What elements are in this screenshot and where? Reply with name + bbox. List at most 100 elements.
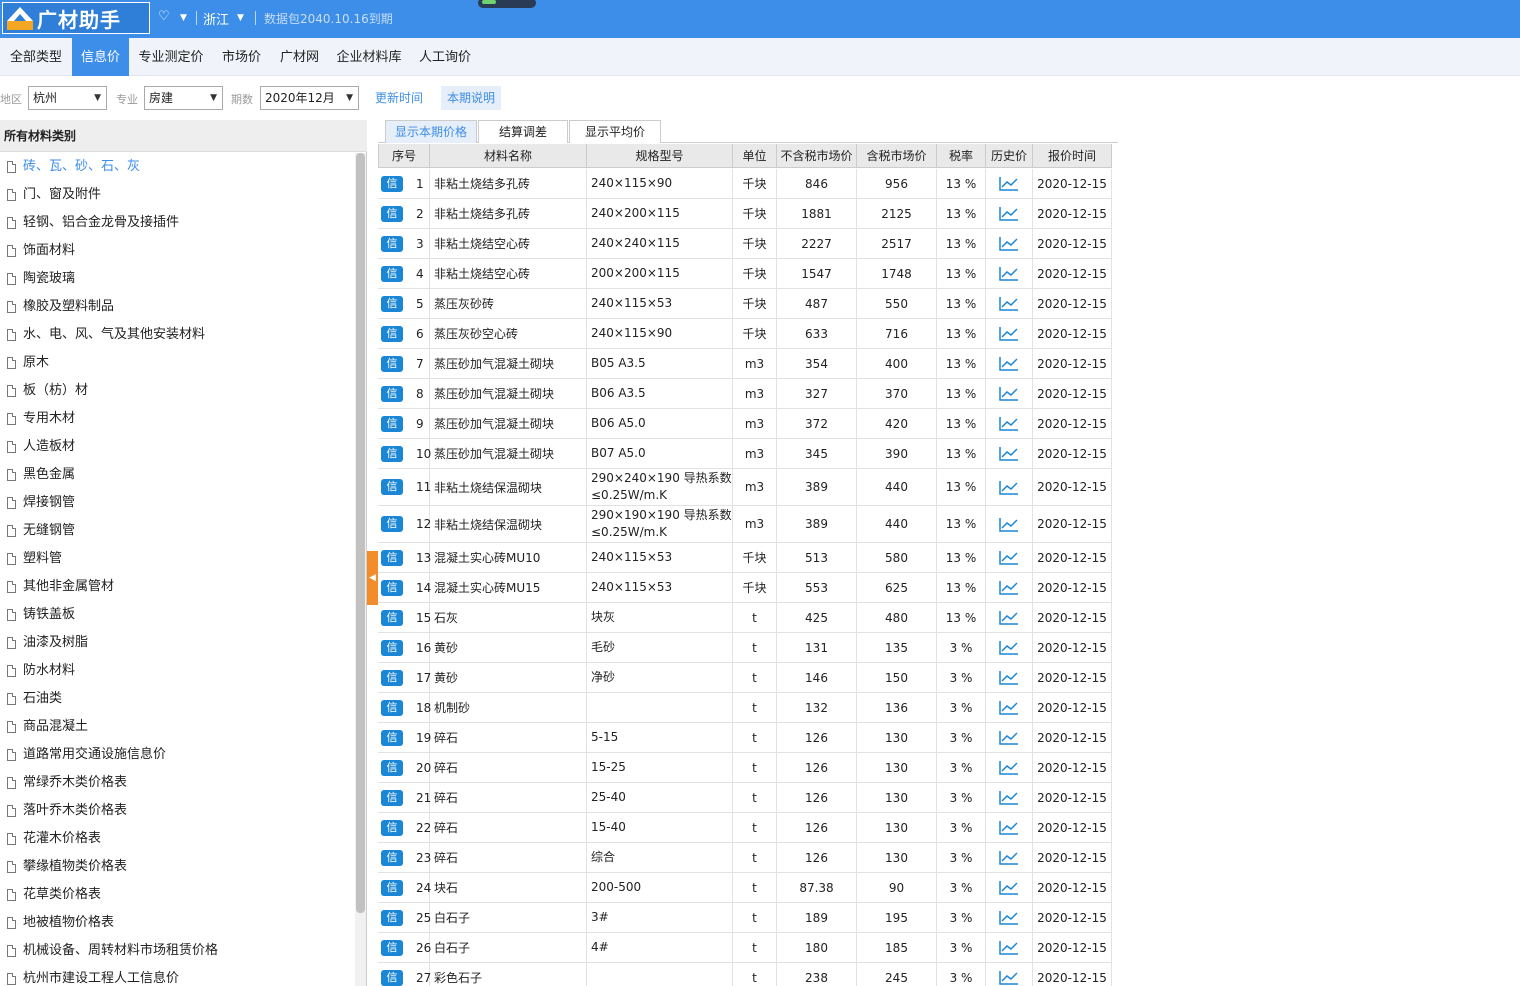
table-row[interactable]: 信 15 石灰 块灰 t 425 480 13 % 2020-12-15 [378,603,1112,633]
sidebar-item[interactable]: 门、窗及附件 [0,181,354,209]
table-row[interactable]: 信 27 彩色石子 t 238 245 3 % 2020-12-15 [378,963,1112,986]
column-header[interactable]: 序号 [378,144,430,168]
sidebar-item[interactable]: 杭州市建设工程人工信息价 [0,965,354,986]
line-chart-icon[interactable] [986,289,1033,318]
column-header[interactable]: 报价时间 [1033,144,1112,168]
specialty-select[interactable]: 房建 ▼ [144,86,223,110]
table-row[interactable]: 信 8 蒸压砂加气混凝土砌块 B06 A3.5 m3 327 370 13 % 2020-12-… [378,379,1112,409]
line-chart-icon[interactable] [986,573,1033,602]
table-row[interactable]: 信 4 非粘土烧结空心砖 200×200×115 千块 1547 1748 13 % 2020-… [378,259,1112,289]
sidebar-item[interactable]: 防水材料 [0,657,354,685]
line-chart-icon[interactable] [986,229,1033,258]
tab-professional-price[interactable]: 专业测定价 [131,38,211,76]
collapse-sidebar-handle[interactable]: ◀ [367,551,378,605]
sidebar-item[interactable]: 专用木材 [0,405,354,433]
sidebar-item[interactable]: 陶瓷玻璃 [0,265,354,293]
sidebar-item[interactable]: 花草类价格表 [0,881,354,909]
sidebar-scrollbar[interactable] [355,153,366,986]
column-header[interactable]: 含税市场价 [857,144,937,168]
sidebar-item[interactable]: 花灌木价格表 [0,825,354,853]
table-row[interactable]: 信 9 蒸压砂加气混凝土砌块 B06 A5.0 m3 372 420 13 % 2020-12-… [378,409,1112,439]
update-time-button[interactable]: 更新时间 [369,86,429,110]
line-chart-icon[interactable] [986,633,1033,662]
scrollbar-thumb[interactable] [356,153,365,913]
sidebar-item[interactable]: 地被植物价格表 [0,909,354,937]
column-header[interactable]: 材料名称 [430,144,587,168]
column-header[interactable]: 不含税市场价 [777,144,857,168]
sidebar-item[interactable]: 板（枋）材 [0,377,354,405]
table-row[interactable]: 信 5 蒸压灰砂砖 240×115×53 千块 487 550 13 % 2020-12-15 [378,289,1112,319]
table-row[interactable]: 信 1 非粘土烧结多孔砖 240×115×90 千块 846 956 13 % 2020-12-… [378,169,1112,199]
table-row[interactable]: 信 25 白石子 3# t 189 195 3 % 2020-12-15 [378,903,1112,933]
period-notes-button[interactable]: 本期说明 [441,86,502,110]
sidebar-item[interactable]: 黑色金属 [0,461,354,489]
table-row[interactable]: 信 17 黄砂 净砂 t 146 150 3 % 2020-12-15 [378,663,1112,693]
line-chart-icon[interactable] [986,506,1033,542]
line-chart-icon[interactable] [986,439,1033,468]
tab-guangcai-net[interactable]: 广材网 [272,38,327,76]
sidebar-item[interactable]: 塑料管 [0,545,354,573]
line-chart-icon[interactable] [986,693,1033,722]
line-chart-icon[interactable] [986,409,1033,438]
table-row[interactable]: 信 12 非粘土烧结保温砌块 290×190×190 导热系数≤0.25W/m.K m3… [378,506,1112,543]
line-chart-icon[interactable] [986,903,1033,932]
line-chart-icon[interactable] [986,543,1033,572]
sidebar-item[interactable]: 铸铁盖板 [0,601,354,629]
tab-manual-inquiry[interactable]: 人工询价 [411,38,479,76]
sidebar-item[interactable]: 轻钢、铝合金龙骨及接插件 [0,209,354,237]
tab-enterprise-library[interactable]: 企业材料库 [329,38,409,76]
line-chart-icon[interactable] [986,603,1033,632]
sidebar-item[interactable]: 焊接钢管 [0,489,354,517]
sidebar-item[interactable]: 饰面材料 [0,237,354,265]
tab-average-price[interactable]: 显示平均价 [569,120,661,143]
sidebar-item[interactable]: 橡胶及塑料制品 [0,293,354,321]
line-chart-icon[interactable] [986,199,1033,228]
line-chart-icon[interactable] [986,349,1033,378]
table-row[interactable]: 信 11 非粘土烧结保温砌块 290×240×190 导热系数≤0.25W/m.K m3… [378,469,1112,506]
table-row[interactable]: 信 13 混凝土实心砖MU10 240×115×53 千块 513 580 13 % 2020-… [378,543,1112,573]
line-chart-icon[interactable] [986,843,1033,872]
sidebar-item[interactable]: 人造板材 [0,433,354,461]
line-chart-icon[interactable] [986,663,1033,692]
line-chart-icon[interactable] [986,723,1033,752]
line-chart-icon[interactable] [986,963,1033,986]
sidebar-item[interactable]: 商品混凝土 [0,713,354,741]
region-select[interactable]: 杭州 ▼ [28,86,107,110]
line-chart-icon[interactable] [986,783,1033,812]
sidebar-item[interactable]: 落叶乔木类价格表 [0,797,354,825]
tab-current-price[interactable]: 显示本期价格 [385,120,477,143]
column-header[interactable]: 税率 [937,144,986,168]
column-header[interactable]: 规格型号 [587,144,733,168]
diamond-icon[interactable]: ♡ [158,9,170,24]
line-chart-icon[interactable] [986,753,1033,782]
region-selector[interactable]: 浙江 [203,9,229,28]
table-row[interactable]: 信 16 黄砂 毛砂 t 131 135 3 % 2020-12-15 [378,633,1112,663]
line-chart-icon[interactable] [986,379,1033,408]
table-row[interactable]: 信 14 混凝土实心砖MU15 240×115×53 千块 553 625 13 % 2020-… [378,573,1112,603]
chevron-down-icon[interactable]: ▼ [237,13,244,23]
line-chart-icon[interactable] [986,319,1033,348]
table-row[interactable]: 信 24 块石 200-500 t 87.38 90 3 % 2020-12-15 [378,873,1112,903]
sidebar-item[interactable]: 砖、瓦、砂、石、灰 [0,153,354,181]
column-header[interactable]: 历史价 [986,144,1033,168]
sidebar-item[interactable]: 原木 [0,349,354,377]
line-chart-icon[interactable] [986,933,1033,962]
chevron-down-icon[interactable]: ▼ [180,13,187,23]
table-row[interactable]: 信 7 蒸压砂加气混凝土砌块 B05 A3.5 m3 354 400 13 % 2020-12-… [378,349,1112,379]
column-header[interactable]: 单位 [733,144,777,168]
table-row[interactable]: 信 26 白石子 4# t 180 185 3 % 2020-12-15 [378,933,1112,963]
table-row[interactable]: 信 22 碎石 15-40 t 126 130 3 % 2020-12-15 [378,813,1112,843]
table-row[interactable]: 信 3 非粘土烧结空心砖 240×240×115 千块 2227 2517 13 % 2020-… [378,229,1112,259]
line-chart-icon[interactable] [986,873,1033,902]
table-row[interactable]: 信 2 非粘土烧结多孔砖 240×200×115 千块 1881 2125 13 % 2020-… [378,199,1112,229]
tab-info-price[interactable]: 信息价 [72,38,129,76]
sidebar-item[interactable]: 其他非金属管材 [0,573,354,601]
sidebar-item[interactable]: 油漆及树脂 [0,629,354,657]
tab-settlement-adjust[interactable]: 结算调差 [478,120,568,143]
line-chart-icon[interactable] [986,469,1033,505]
table-row[interactable]: 信 19 碎石 5-15 t 126 130 3 % 2020-12-15 [378,723,1112,753]
table-row[interactable]: 信 18 机制砂 t 132 136 3 % 2020-12-15 [378,693,1112,723]
line-chart-icon[interactable] [986,169,1033,198]
sidebar-item[interactable]: 常绿乔木类价格表 [0,769,354,797]
table-row[interactable]: 信 21 碎石 25-40 t 126 130 3 % 2020-12-15 [378,783,1112,813]
